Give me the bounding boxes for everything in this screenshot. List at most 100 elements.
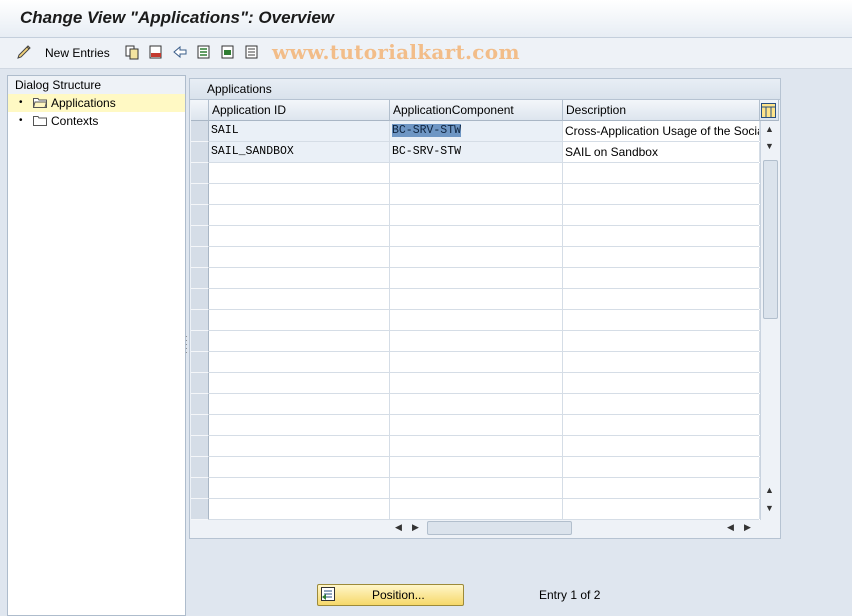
row-selector[interactable] [191,415,209,436]
row-selector[interactable] [191,373,209,394]
row-selector[interactable] [191,205,209,226]
cell-application-component[interactable] [390,163,563,183]
cell-application-id[interactable] [209,310,390,330]
cell-application-component[interactable] [390,478,563,498]
cell-application-id[interactable] [209,478,390,498]
cell-application-id[interactable] [209,415,390,435]
column-header-description[interactable]: Description [563,100,760,121]
cell-application-id[interactable] [209,268,390,288]
row-selector[interactable] [191,121,209,142]
table-settings-icon[interactable] [761,103,776,118]
cell-application-component[interactable] [390,247,563,267]
row-selector[interactable] [191,331,209,352]
cell-application-component[interactable] [390,289,563,309]
tree-item-applications[interactable]: • Applications [8,94,185,112]
cell-application-id[interactable]: SAIL_SANDBOX [209,142,390,162]
tree-item-contexts[interactable]: • Contexts [8,112,185,130]
cell-application-component[interactable] [390,394,563,414]
cell-application-component[interactable] [390,226,563,246]
vertical-scrollbar[interactable]: ▲ ▼ ▲ ▼ [760,121,780,520]
undo-icon[interactable] [172,44,188,60]
select-all-icon[interactable] [196,44,212,60]
row-selector[interactable] [191,184,209,205]
cell-application-component[interactable] [390,457,563,477]
new-entries-button[interactable]: New Entries [45,46,110,60]
row-selector[interactable] [191,457,209,478]
cell-description[interactable] [563,289,760,309]
cell-description[interactable] [563,247,760,267]
scroll-up-icon[interactable]: ▲ [765,485,774,495]
cell-description[interactable] [563,457,760,477]
cell-description[interactable] [563,499,760,519]
row-selector[interactable] [191,352,209,373]
cell-application-id[interactable] [209,352,390,372]
cell-application-id[interactable] [209,247,390,267]
scroll-right-icon[interactable]: ▶ [744,522,751,533]
column-header-application-id[interactable]: Application ID [209,100,390,121]
cell-application-component[interactable]: BC-SRV-STW [390,121,563,141]
select-block-icon[interactable] [220,44,236,60]
cell-application-component[interactable] [390,436,563,456]
cell-application-component[interactable] [390,415,563,435]
deselect-all-icon[interactable] [244,44,260,60]
cell-application-id[interactable] [209,436,390,456]
cell-application-component[interactable] [390,373,563,393]
cell-description[interactable] [563,478,760,498]
row-selector[interactable] [191,247,209,268]
position-button[interactable]: Position... [317,584,464,606]
cell-description[interactable] [563,331,760,351]
cell-application-id[interactable] [209,163,390,183]
cell-application-id[interactable] [209,499,390,519]
row-selector[interactable] [191,478,209,499]
cell-description[interactable] [563,352,760,372]
cell-description[interactable] [563,373,760,393]
cell-application-id[interactable]: SAIL [209,121,390,141]
copy-icon[interactable] [124,44,140,60]
cell-application-id[interactable] [209,373,390,393]
cell-application-id[interactable] [209,394,390,414]
delete-icon[interactable] [148,44,164,60]
horizontal-scrollbar[interactable]: ◀ ▶ ◀ ▶ [390,520,758,536]
cell-description[interactable] [563,415,760,435]
cell-description[interactable] [563,394,760,414]
row-selector[interactable] [191,289,209,310]
cell-application-component[interactable] [390,499,563,519]
select-all-header[interactable] [191,100,209,121]
cell-description[interactable] [563,184,760,204]
cell-application-id[interactable] [209,205,390,225]
row-selector[interactable] [191,163,209,184]
cell-application-component[interactable] [390,184,563,204]
row-selector[interactable] [191,142,209,163]
scroll-left-icon[interactable]: ◀ [395,522,402,533]
scroll-right-icon[interactable]: ▶ [412,522,419,533]
cell-application-component[interactable] [390,268,563,288]
cell-application-component[interactable] [390,310,563,330]
vertical-scroll-thumb[interactable] [763,160,778,319]
row-selector[interactable] [191,436,209,457]
cell-description[interactable] [563,205,760,225]
cell-application-component[interactable] [390,331,563,351]
cell-description[interactable]: SAIL on Sandbox [563,142,760,162]
change-pencil-icon[interactable] [16,44,32,60]
cell-description[interactable] [563,163,760,183]
cell-application-id[interactable] [209,226,390,246]
column-header-application-component[interactable]: ApplicationComponent [390,100,563,121]
cell-application-id[interactable] [209,184,390,204]
row-selector[interactable] [191,268,209,289]
row-selector[interactable] [191,226,209,247]
cell-description[interactable] [563,226,760,246]
cell-application-id[interactable] [209,457,390,477]
row-selector[interactable] [191,310,209,331]
horizontal-scroll-thumb[interactable] [427,521,572,535]
cell-application-component[interactable]: BC-SRV-STW [390,142,563,162]
scroll-down-icon[interactable]: ▼ [765,503,774,513]
cell-application-component[interactable] [390,205,563,225]
cell-description[interactable] [563,268,760,288]
scroll-left-icon[interactable]: ◀ [727,522,734,533]
cell-description[interactable] [563,310,760,330]
row-selector[interactable] [191,394,209,415]
cell-application-component[interactable] [390,352,563,372]
row-selector[interactable] [191,499,209,520]
cell-description[interactable] [563,436,760,456]
scroll-down-icon[interactable]: ▼ [765,141,774,151]
